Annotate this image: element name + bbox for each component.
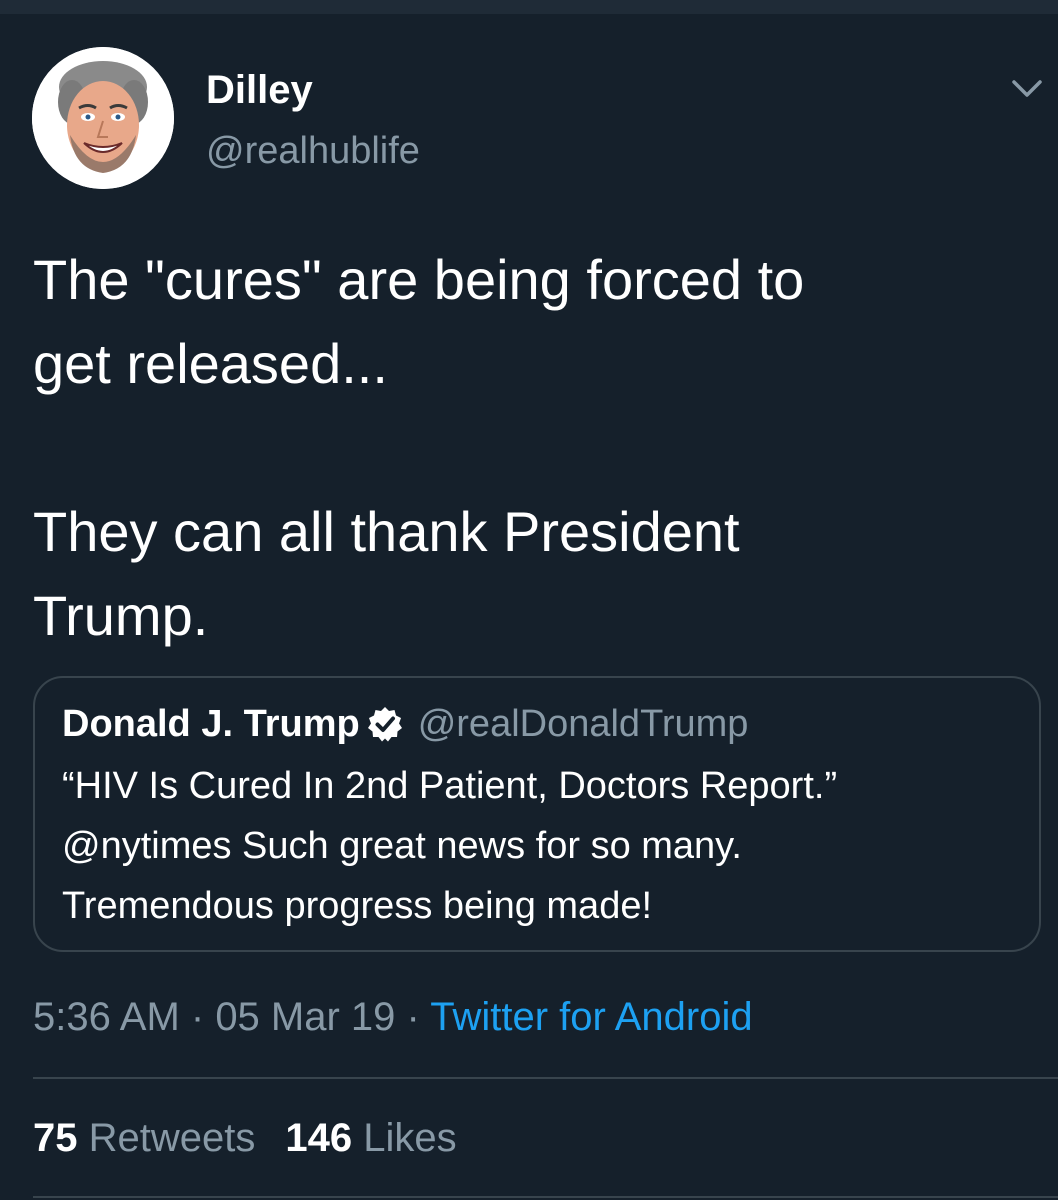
- divider: [33, 1077, 1058, 1079]
- meta-separator: ·: [395, 995, 431, 1039]
- retweets-label: Retweets: [88, 1116, 256, 1160]
- author-handle[interactable]: @realhublife: [206, 128, 420, 174]
- divider: [33, 1196, 1058, 1198]
- verified-badge-icon: [366, 705, 404, 743]
- meta-separator: ·: [179, 995, 216, 1039]
- avatar[interactable]: [32, 47, 174, 189]
- tweet-time: 5:36 AM: [33, 995, 180, 1039]
- chevron-down-icon[interactable]: [1010, 76, 1044, 102]
- retweets-stat[interactable]: 75 Retweets: [33, 1116, 255, 1160]
- author-display-name[interactable]: Dilley: [206, 66, 313, 114]
- retweets-count: 75: [33, 1116, 78, 1160]
- quoted-tweet-text: “HIV Is Cured In 2nd Patient, Doctors Re…: [62, 765, 838, 927]
- likes-stat[interactable]: 146 Likes: [285, 1116, 456, 1160]
- tweet-date: 05 Mar 19: [215, 995, 396, 1039]
- quoted-author-handle: @realDonaldTrump: [417, 703, 749, 745]
- top-strip: [0, 0, 1058, 14]
- likes-count: 146: [285, 1116, 353, 1160]
- likes-label: Likes: [363, 1116, 457, 1160]
- tweet-text: The "cures" are being forced to get rele…: [33, 248, 805, 647]
- tweet-source-link[interactable]: Twitter for Android: [430, 995, 752, 1039]
- quoted-tweet-header: Donald J. Trump @realDonaldTrump: [62, 700, 748, 748]
- tweet-meta: 5:36 AM · 05 Mar 19 · Twitter for Androi…: [33, 992, 753, 1042]
- tweet-stats: 75 Retweets 146 Likes: [33, 1113, 457, 1163]
- quoted-tweet[interactable]: Donald J. Trump @realDonaldTrump “HIV Is…: [33, 676, 1041, 952]
- quoted-author-name: Donald J. Trump: [62, 703, 360, 745]
- avatar-image: [32, 47, 174, 189]
